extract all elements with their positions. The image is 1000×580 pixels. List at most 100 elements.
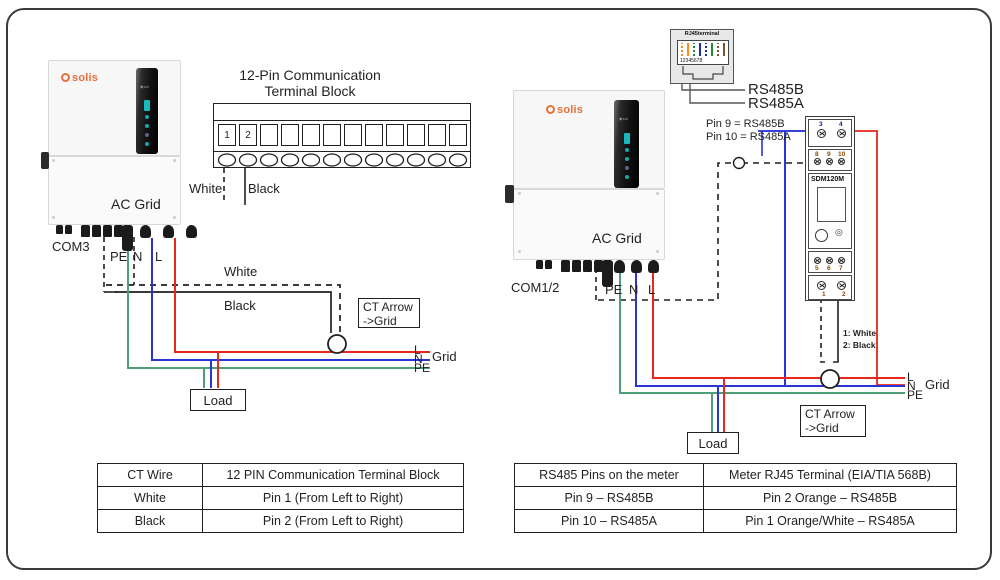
right-alarm-led-icon [625, 175, 629, 179]
meter-terminal-8-num: 8 [815, 151, 819, 158]
meter-terminal-7-screw[interactable] [838, 257, 845, 264]
left-grid-pe-label: PE [414, 361, 431, 375]
right-power-led-icon [625, 148, 629, 152]
table-row: Pin 10 – RS485A Pin 1 Orange/White – RS4… [514, 509, 957, 533]
meter-terminal-6-num: 6 [827, 265, 831, 272]
right-n-label: N [629, 282, 639, 297]
meter-terminal-5-screw[interactable] [814, 257, 821, 264]
solis-gear-icon-right [546, 105, 555, 114]
meter-terminal-9-screw[interactable] [826, 158, 833, 165]
meter-terminal-4-screw[interactable] [837, 129, 846, 138]
rs485a-callout: RS485A [748, 95, 804, 112]
meter-led-icon: ◎ [835, 227, 843, 237]
right-table-r0c0: Pin 9 – RS485B [514, 486, 704, 510]
terminal-black-wire-label: Black [248, 181, 280, 196]
right-inverter-display-panel: ◉sol [614, 100, 639, 188]
meter-terminal-10-screw[interactable] [838, 158, 845, 165]
meter-terminal-1-screw[interactable] [817, 281, 826, 290]
comm-led-icon [145, 133, 149, 137]
meter-terminal-6-screw[interactable] [826, 257, 833, 264]
right-n-conductor [635, 131, 905, 432]
left-load-box: Load [190, 389, 246, 411]
left-n-label: N [133, 249, 143, 264]
right-ct-arrow-note: CT Arrow ->Grid [800, 405, 866, 437]
left-pe-label: PE [110, 249, 128, 264]
right-inverter-glands [513, 260, 668, 287]
meter-terminal-8-screw[interactable] [814, 158, 821, 165]
meter-lcd-display [817, 187, 846, 222]
meter-model-label: SDM120M [811, 176, 845, 183]
meter-mid-terminal-section: 5 6 7 [808, 251, 852, 273]
right-grid-led-icon [625, 157, 629, 161]
right-table-header-1: Meter RJ45 Terminal (EIA/TIA 568B) [703, 463, 957, 487]
table-row: RS485 Pins on the meter Meter RJ45 Termi… [514, 463, 957, 487]
terminal-block-title-line2: Terminal Block [264, 83, 356, 99]
meter-ct-wires [820, 298, 839, 363]
left-inverter-side-connector [41, 152, 49, 169]
meter-comm-terminal-section: 8 9 10 [808, 149, 852, 171]
meter-terminal-10-num: 10 [838, 151, 846, 158]
alarm-led-icon [145, 142, 149, 146]
left-com3-label: COM3 [52, 239, 90, 254]
diagram-root: solis ◉sol AC Grid COM3 PE N L 12-Pin Co… [0, 0, 1000, 580]
right-inverter-upper-shell [513, 90, 665, 189]
right-grid-pe-label: PE [907, 388, 924, 402]
terminal-block-title-line1: 12-Pin Communication [239, 67, 381, 83]
meter-terminal-4-num: 4 [839, 121, 843, 128]
right-inverter-side-connector [505, 185, 514, 203]
rj45-latch-shape [682, 66, 724, 80]
table-row: CT Wire 12 PIN Communication Terminal Bl… [97, 463, 464, 487]
right-table-r0c1: Pin 2 Orange – RS485B [703, 486, 957, 510]
terminal-block-screw-holes [217, 153, 468, 167]
meter-terminal-3-screw[interactable] [817, 129, 826, 138]
right-table-r1c0: Pin 10 – RS485A [514, 509, 704, 533]
right-inverter: solis ◉sol AC Grid [505, 90, 665, 260]
right-ac-grid-label: AC Grid [592, 230, 642, 246]
right-l-label: L [648, 282, 656, 297]
right-l-conductor [652, 270, 905, 432]
left-ct-wire-table: CT Wire 12 PIN Communication Terminal Bl… [97, 463, 464, 533]
terminal-white-wire-label: White [189, 181, 223, 196]
left-l-label: L [155, 249, 163, 264]
solis-logo-right: solis [546, 104, 583, 116]
terminal-block[interactable]: 1 2 [213, 103, 471, 168]
left-table-r0c0: White [97, 486, 203, 510]
meter-top-terminal-section: 3 4 [808, 119, 852, 147]
meter-terminal-2-num: 2 [842, 291, 846, 298]
meter-body-section: SDM120M ◎ [808, 173, 852, 249]
right-comm-led-icon [625, 166, 629, 170]
table-row: White Pin 1 (From Left to Right) [97, 486, 464, 510]
left-ac-grid-label: AC Grid [111, 196, 161, 212]
left-black-signal-label: Black [224, 298, 256, 313]
meter-terminal-9-num: 9 [827, 151, 831, 158]
left-grid-label: Grid [432, 349, 457, 364]
left-table-header-0: CT Wire [97, 463, 203, 487]
energy-meter: 3 4 8 9 10 SDM120M ◎ 5 6 7 1 2 [805, 116, 855, 301]
right-pe-label: PE [605, 282, 623, 297]
meter-ct-white-note: 1: White [843, 328, 877, 338]
status-led-bar [144, 100, 150, 111]
left-table-r1c1: Pin 2 (From Left to Right) [202, 509, 464, 533]
solis-gear-icon [61, 73, 70, 82]
right-grid-label: Grid [925, 377, 950, 392]
right-table-header-0: RS485 Pins on the meter [514, 463, 704, 487]
right-table-r1c1: Pin 1 Orange/White – RS485A [703, 509, 957, 533]
meter-bottom-terminal-section: 1 2 [808, 275, 852, 300]
left-white-signal-label: White [224, 264, 258, 279]
grid-led-icon [145, 124, 149, 128]
left-table-r0c1: Pin 1 (From Left to Right) [202, 486, 464, 510]
left-table-header-1: 12 PIN Communication Terminal Block [202, 463, 464, 487]
meter-terminal-1-num: 1 [822, 291, 826, 298]
power-led-icon [145, 115, 149, 119]
left-inverter-display-panel: ◉sol [136, 68, 158, 154]
meter-button[interactable] [815, 229, 828, 242]
meter-terminal-3-num: 3 [819, 121, 823, 128]
rj45-terminal: RJ45terminal 12345678 [670, 29, 734, 84]
solis-logo-left: solis [61, 72, 98, 84]
meter-terminal-2-screw[interactable] [837, 281, 846, 290]
right-load-box: Load [687, 432, 739, 454]
right-ct-ring [820, 369, 840, 389]
meter-ct-black-note: 2: Black [843, 340, 876, 350]
pin10-note: Pin 10 = RS485A [706, 131, 791, 143]
left-table-r1c0: Black [97, 509, 203, 533]
